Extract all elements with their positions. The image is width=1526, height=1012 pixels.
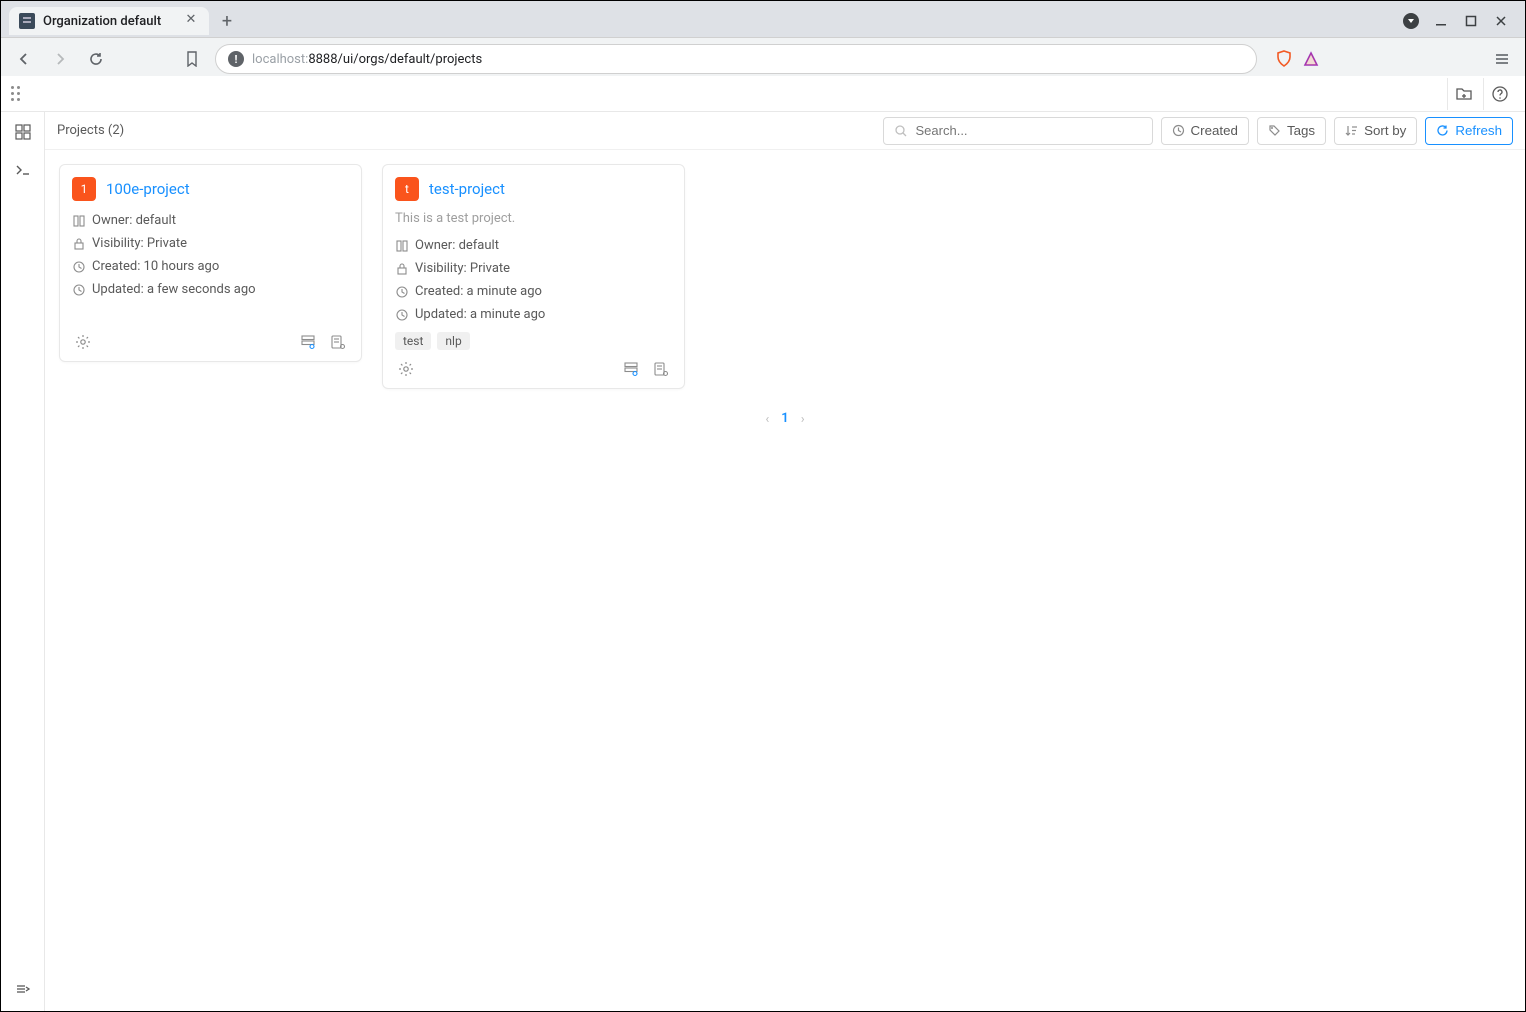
created-row: Created: a minute ago [395,284,672,299]
app-root: Projects (2) Created Tags Sort by [1,76,1525,1011]
visibility-row: Visibility: Private [72,236,349,251]
refresh-button[interactable]: Refresh [1425,117,1513,145]
main-content: Projects (2) Created Tags Sort by [45,112,1525,1011]
window-controls [1403,13,1517,29]
sort-icon [1345,124,1358,137]
close-button[interactable] [1493,13,1509,29]
owner-row: Owner: default [395,238,672,253]
url-text: localhost:8888/ui/orgs/default/projects [252,52,482,67]
tabstrip: Organization default ✕ + [1,1,1525,37]
prev-page-icon[interactable]: ‹ [765,412,769,427]
settings-icon[interactable] [72,331,94,353]
tag-list: testnlp [395,332,672,350]
site-info-icon[interactable]: ! [228,51,244,67]
settings-icon[interactable] [395,358,417,380]
project-name-link[interactable]: 100e-project [106,180,190,198]
search-icon [894,124,908,138]
created-row: Created: 10 hours ago [72,259,349,274]
artifacts-icon[interactable] [650,358,672,380]
search-input[interactable] [883,117,1153,145]
visibility-row: Visibility: Private [395,261,672,276]
new-tab-button[interactable]: + [213,7,241,35]
search-field[interactable] [914,122,1142,139]
runs-icon[interactable] [620,358,642,380]
created-filter-button[interactable]: Created [1161,117,1249,145]
refresh-icon [1436,124,1449,137]
minimize-button[interactable] [1433,13,1449,29]
project-card: 1 100e-project Owner: default Visibility: P… [59,164,362,362]
bookmark-icon[interactable] [179,46,205,72]
expand-sidebar-icon[interactable] [9,975,37,1003]
page-title: Projects (2) [57,123,124,138]
project-cards: 1 100e-project Owner: default Visibility: P… [45,150,1525,403]
sortby-button[interactable]: Sort by [1334,117,1417,145]
shield-icon[interactable] [1275,50,1293,68]
tag[interactable]: nlp [437,332,469,350]
page-number[interactable]: 1 [781,411,788,427]
project-name-link[interactable]: test-project [429,180,505,198]
folder-icon[interactable] [1447,78,1479,110]
project-card: t test-project This is a test project. Owne… [382,164,685,389]
favicon-icon [19,13,35,29]
tags-filter-button[interactable]: Tags [1257,117,1326,145]
browser-chrome: Organization default ✕ + ! localhost:888… [1,1,1525,81]
tab-title: Organization default [43,14,175,29]
close-tab-icon[interactable]: ✕ [183,13,199,29]
next-page-icon[interactable]: › [801,412,805,427]
project-avatar: t [395,177,419,201]
dashboard-icon[interactable] [9,118,37,146]
project-avatar: 1 [72,177,96,201]
back-button[interactable] [11,46,37,72]
clock-icon [1172,124,1185,137]
help-icon[interactable] [1483,78,1515,110]
menu-button[interactable] [1489,46,1515,72]
tag[interactable]: test [395,332,431,350]
pagination: ‹ 1 › [45,411,1525,427]
profile-badge-icon[interactable] [1403,13,1419,29]
brave-logo-icon[interactable] [1303,51,1319,67]
terminal-icon[interactable] [9,156,37,184]
sidebar [1,112,45,1011]
updated-row: Updated: a few seconds ago [72,282,349,297]
browser-tab[interactable]: Organization default ✕ [9,7,209,35]
runs-icon[interactable] [297,331,319,353]
artifacts-icon[interactable] [327,331,349,353]
tag-icon [1268,124,1281,137]
app-topbar [1,76,1525,112]
project-description: This is a test project. [395,211,672,226]
address-bar: ! localhost:8888/ui/orgs/default/project… [1,37,1525,81]
url-input[interactable]: ! localhost:8888/ui/orgs/default/project… [215,44,1257,74]
toolbar: Projects (2) Created Tags Sort by [45,112,1525,150]
reload-button[interactable] [83,46,109,72]
forward-button[interactable] [47,46,73,72]
drag-handle-icon[interactable] [11,86,27,102]
updated-row: Updated: a minute ago [395,307,672,322]
owner-row: Owner: default [72,213,349,228]
maximize-button[interactable] [1463,13,1479,29]
